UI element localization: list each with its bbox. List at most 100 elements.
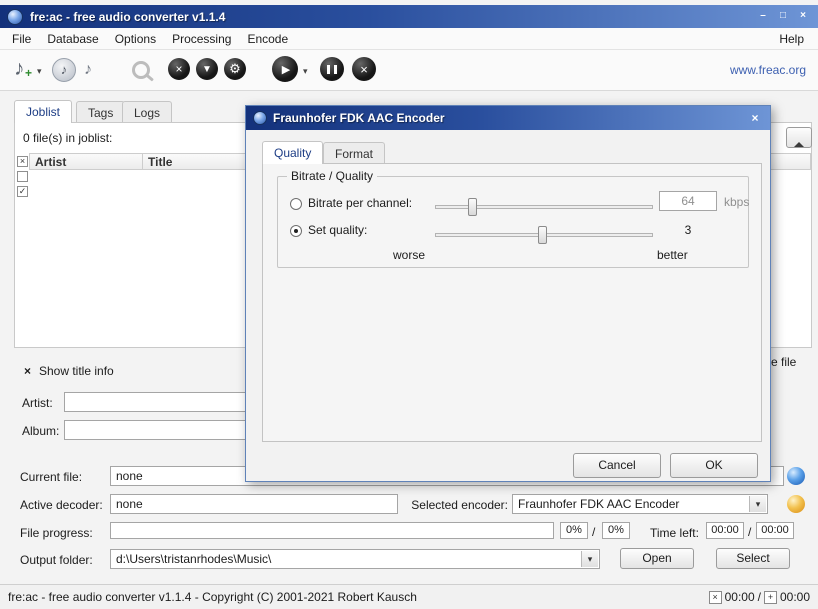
plus-badge-icon: +	[25, 66, 32, 80]
dialog-close-icon[interactable]: ×	[747, 111, 763, 125]
tab-logs[interactable]: Logs	[122, 101, 172, 122]
bitrate-quality-group: Bitrate / Quality Bitrate per channel: 6…	[277, 176, 749, 268]
worse-label: worse	[393, 248, 425, 262]
dialog-tab-format[interactable]: Format	[323, 142, 385, 163]
selected-encoder-combobox[interactable]: Fraunhofer FDK AAC Encoder ▾	[512, 494, 768, 514]
column-header-artist[interactable]: Artist	[29, 153, 143, 170]
remove-icon[interactable]: ×	[168, 58, 190, 80]
select-all-checkbox[interactable]: ×	[17, 156, 28, 167]
eject-icon	[794, 128, 804, 147]
dialog-icon	[253, 111, 267, 125]
bitrate-slider-thumb[interactable]	[468, 198, 477, 216]
statusbar-times: × 00:00 / + 00:00	[709, 590, 810, 604]
bitrate-radio[interactable]	[290, 198, 302, 210]
dialog-title: Fraunhofer FDK AAC Encoder	[273, 111, 445, 125]
statusbar-time-icon-1: ×	[709, 591, 722, 604]
menu-database[interactable]: Database	[39, 30, 106, 48]
better-label: better	[657, 248, 688, 262]
output-folder-label: Output folder:	[20, 553, 93, 567]
window-controls: – □ ×	[755, 9, 811, 24]
settings-icon[interactable]: ⚙	[224, 58, 246, 80]
note-glyph: ♪	[14, 57, 25, 80]
statusbar-time-slash: /	[758, 590, 761, 604]
statusbar-text: fre:ac - free audio converter v1.1.4 - C…	[8, 590, 417, 604]
partial-label-e-file: e file	[771, 355, 796, 369]
cd-note-glyph: ♪	[61, 62, 68, 77]
window-title: fre:ac - free audio converter v1.1.4	[30, 10, 225, 24]
artist-label: Artist:	[22, 396, 53, 410]
close-icon[interactable]: ×	[795, 9, 811, 24]
toolbar: ♪ + ▾ ♪ ♪ × ▼ ⚙ ▶ ▾ × www.freac.org	[0, 50, 818, 91]
tab-tags[interactable]: Tags	[76, 101, 125, 122]
time-slash: /	[748, 525, 751, 539]
maximize-icon[interactable]: □	[775, 9, 791, 24]
select-none-checkbox[interactable]	[17, 171, 28, 182]
menu-bar: File Database Options Processing Encode …	[0, 28, 818, 50]
statusbar-time-2: 00:00	[780, 590, 810, 604]
encoder-settings-ball-icon[interactable]	[787, 495, 805, 513]
time-left-total: 00:00	[756, 522, 794, 539]
output-folder-combobox[interactable]: d:\Users\tristanrhodes\Music\ ▾	[110, 549, 600, 569]
menu-help[interactable]: Help	[769, 30, 814, 48]
menu-encode[interactable]: Encode	[239, 30, 296, 48]
file-progress-label: File progress:	[20, 526, 93, 540]
title-bar: fre:ac - free audio converter v1.1.4 – □…	[0, 5, 818, 28]
info-ball-icon[interactable]	[787, 467, 805, 485]
download-icon[interactable]: ▼	[196, 58, 218, 80]
group-title: Bitrate / Quality	[287, 169, 377, 183]
bitrate-unit-label: kbps	[724, 195, 749, 209]
show-title-info-label[interactable]: Show title info	[39, 364, 114, 378]
app-window: fre:ac - free audio converter v1.1.4 – □…	[0, 0, 818, 609]
progress-percent-total: 0%	[602, 522, 630, 539]
dialog-title-bar: Fraunhofer FDK AAC Encoder ×	[246, 106, 770, 130]
app-icon	[7, 9, 23, 25]
quality-value: 3	[659, 223, 717, 237]
bitrate-value-field[interactable]: 64	[659, 191, 717, 211]
menu-options[interactable]: Options	[107, 30, 164, 48]
menu-processing[interactable]: Processing	[164, 30, 239, 48]
dialog-tab-quality[interactable]: Quality	[262, 141, 323, 164]
quality-radio[interactable]	[290, 225, 302, 237]
cddb-query-icon[interactable]	[130, 59, 154, 83]
add-audio-cd-icon[interactable]: ♪	[52, 58, 76, 82]
bitrate-slider[interactable]	[435, 205, 653, 209]
quality-slider-thumb[interactable]	[538, 226, 547, 244]
toggle-selection-checkbox[interactable]: ✓	[17, 186, 28, 197]
tab-joblist[interactable]: Joblist	[14, 100, 72, 123]
active-decoder-value: none	[110, 494, 398, 514]
add-playlist-icon[interactable]: ♪	[84, 61, 92, 79]
quality-label: Set quality:	[308, 223, 367, 237]
freac-website-link[interactable]: www.freac.org	[730, 63, 806, 77]
output-folder-value: d:\Users\tristanrhodes\Music\	[116, 552, 271, 566]
minimize-icon[interactable]: –	[755, 9, 771, 24]
stop-icon[interactable]: ×	[352, 57, 376, 81]
start-encoding-icon[interactable]: ▶	[272, 56, 298, 82]
add-file-dropdown-icon[interactable]: ▾	[37, 66, 42, 77]
time-left-file: 00:00	[706, 522, 744, 539]
file-progress-bar	[110, 522, 554, 539]
statusbar-time-1: 00:00	[725, 590, 755, 604]
pause-icon[interactable]	[320, 57, 344, 81]
joblist-count: 0 file(s) in joblist:	[23, 131, 112, 145]
cancel-button[interactable]: Cancel	[573, 453, 661, 478]
ok-button[interactable]: OK	[670, 453, 758, 478]
output-folder-dropdown-icon[interactable]: ▾	[581, 551, 598, 567]
selected-encoder-label: Selected encoder:	[404, 498, 508, 512]
dialog-tab-panel: Bitrate / Quality Bitrate per channel: 6…	[262, 163, 762, 442]
pause-bar	[334, 65, 337, 74]
menu-file[interactable]: File	[4, 30, 39, 48]
selected-encoder-value: Fraunhofer FDK AAC Encoder	[518, 497, 679, 511]
show-title-info-toggle-icon[interactable]: ×	[24, 364, 31, 378]
select-button[interactable]: Select	[716, 548, 790, 569]
statusbar-time-icon-2: +	[764, 591, 777, 604]
quality-slider[interactable]	[435, 233, 653, 237]
open-button[interactable]: Open	[620, 548, 694, 569]
album-label: Album:	[22, 424, 59, 438]
add-file-icon[interactable]: ♪ +	[14, 57, 25, 81]
start-encoding-dropdown-icon[interactable]: ▾	[303, 66, 308, 77]
encoder-dropdown-icon[interactable]: ▾	[749, 496, 766, 512]
pause-bar	[327, 65, 330, 74]
eject-button[interactable]	[786, 127, 812, 148]
active-decoder-label: Active decoder:	[20, 498, 103, 512]
bitrate-label: Bitrate per channel:	[308, 196, 412, 210]
